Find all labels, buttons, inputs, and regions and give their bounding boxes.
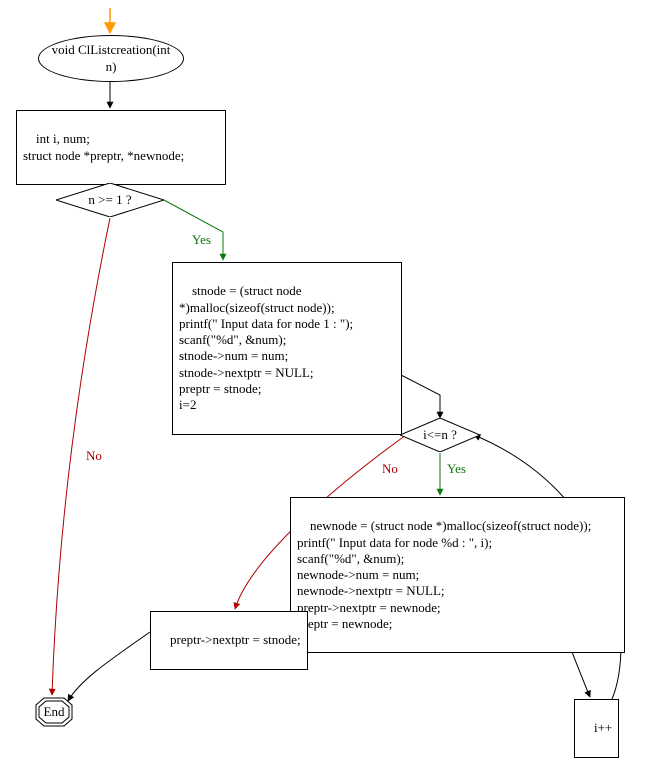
edge-cond1-yes xyxy=(164,200,223,260)
node-close: preptr->nextptr = stnode; xyxy=(150,611,308,670)
node-cond1: n >= 1 ? xyxy=(56,183,164,217)
edge-label-cond1-no: No xyxy=(86,448,102,464)
flowchart-canvas: void ClListcreation(int n) int i, num; s… xyxy=(0,0,646,753)
node-close-text: preptr->nextptr = stnode; xyxy=(170,632,301,647)
node-cond2-label: i<=n ? xyxy=(400,418,480,452)
edge-label-cond2-no: No xyxy=(382,461,398,477)
edge-close-end xyxy=(68,632,150,701)
node-inc: i++ xyxy=(574,699,619,758)
edge-init-cond2 xyxy=(401,375,440,418)
node-func-label: void ClListcreation(int n) xyxy=(49,42,173,75)
node-cond1-label: n >= 1 ? xyxy=(56,183,164,217)
node-loop: newnode = (struct node *)malloc(sizeof(s… xyxy=(290,497,625,653)
node-cond2: i<=n ? xyxy=(400,418,480,452)
edge-label-cond1-yes: Yes xyxy=(192,232,211,248)
node-decls: int i, num; struct node *preptr, *newnod… xyxy=(16,110,226,185)
node-func-terminator: void ClListcreation(int n) xyxy=(38,35,184,82)
edge-label-cond2-yes: Yes xyxy=(447,461,466,477)
node-init: stnode = (struct node *)malloc(sizeof(st… xyxy=(172,262,402,435)
node-decls-text: int i, num; struct node *preptr, *newnod… xyxy=(23,131,184,162)
node-loop-text: newnode = (struct node *)malloc(sizeof(s… xyxy=(297,518,591,631)
node-init-text: stnode = (struct node *)malloc(sizeof(st… xyxy=(179,283,353,412)
node-end-label: End xyxy=(35,697,73,727)
node-end: End xyxy=(35,697,73,727)
node-inc-text: i++ xyxy=(594,720,612,735)
